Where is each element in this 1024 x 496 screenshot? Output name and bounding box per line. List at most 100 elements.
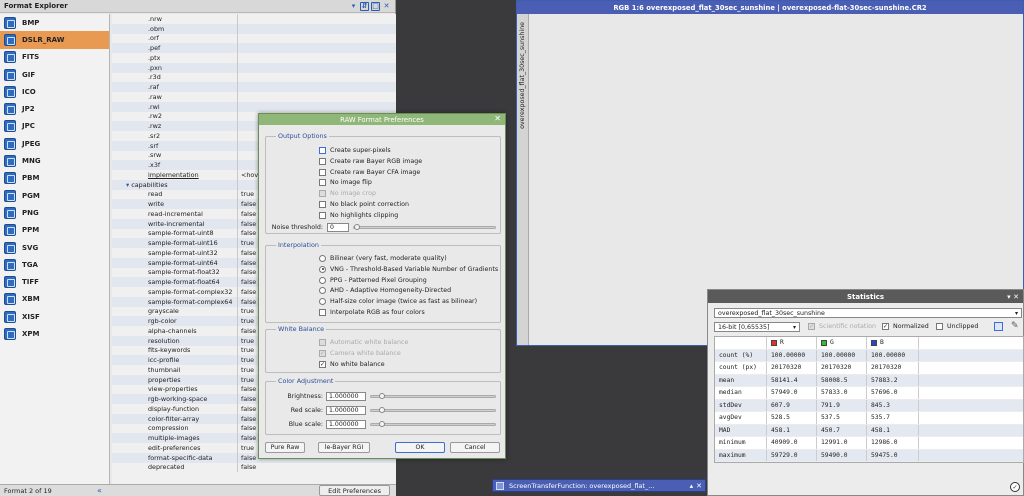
close-icon[interactable]: ✕: [494, 114, 501, 123]
format-item[interactable]: SVG: [0, 239, 109, 256]
tree-row[interactable]: .pxn: [112, 62, 396, 73]
noise-threshold-input[interactable]: 0: [327, 223, 349, 232]
double-chevron-left-icon[interactable]: «: [97, 486, 111, 495]
menu-down-icon[interactable]: ▾: [349, 2, 358, 11]
output-option-checkbox[interactable]: Create raw Bayer CFA image: [319, 168, 420, 176]
scientific-notation-checkbox[interactable]: ✓ Scientific notation: [808, 323, 876, 330]
format-item[interactable]: BMP: [0, 14, 109, 31]
interpolation-radio[interactable]: VNG - Threshold-Based Variable Number of…: [319, 265, 498, 273]
close-icon[interactable]: ✕: [382, 2, 391, 11]
format-item[interactable]: PGM: [0, 187, 109, 204]
check-circle-icon[interactable]: ✓: [1010, 482, 1020, 492]
tree-row[interactable]: .obm: [112, 23, 396, 34]
radio-button[interactable]: [319, 276, 326, 284]
noise-threshold-slider[interactable]: [353, 224, 496, 230]
normalized-checkbox[interactable]: ✓ Normalized: [882, 323, 929, 330]
blue-scale-input[interactable]: 1.000000: [326, 420, 366, 429]
tree-row[interactable]: .rwl: [112, 101, 396, 112]
red-scale-slider[interactable]: [370, 407, 496, 413]
checkbox-box[interactable]: ✓: [882, 323, 889, 330]
format-item[interactable]: ICO: [0, 83, 109, 100]
format-item[interactable]: JPC: [0, 118, 109, 135]
screen-transfer-function-window[interactable]: ScreenTransferFunction: overexposed_flat…: [492, 479, 706, 492]
dialog-titlebar[interactable]: RAW Format Preferences ✕: [259, 114, 505, 125]
format-item[interactable]: JP2: [0, 100, 109, 117]
checkbox-box[interactable]: [319, 179, 326, 187]
interpolate-rgb-checkbox[interactable]: Interpolate RGB as four colors: [319, 309, 425, 316]
brightness-slider[interactable]: [370, 393, 496, 399]
view-selector[interactable]: overexposed_flat_30sec_sunshine ▾: [714, 308, 1022, 318]
brightness-input[interactable]: 1.000000: [326, 392, 366, 401]
checkbox-box[interactable]: [319, 147, 326, 154]
edit-preferences-button[interactable]: Edit Preferences: [319, 485, 390, 496]
statistics-titlebar[interactable]: Statistics ▾ ✕: [708, 290, 1023, 303]
interpolation-radio[interactable]: PPG - Patterned Pixel Grouping: [319, 276, 427, 284]
white-balance-checkbox[interactable]: ✓ No white balance: [319, 361, 385, 368]
interpolation-radio[interactable]: Bilinear (very fast, moderate quality): [319, 255, 447, 262]
close-icon[interactable]: ✕: [696, 482, 702, 490]
format-item[interactable]: XBM: [0, 291, 109, 308]
format-item[interactable]: DSLR_RAW: [0, 31, 109, 49]
range-selector[interactable]: 16-bit [0,65535] ▾: [714, 322, 800, 332]
format-item[interactable]: TGA: [0, 256, 109, 273]
debayer-rgb-button[interactable]: le-Bayer RGI: [318, 442, 370, 453]
radio-button[interactable]: [319, 287, 326, 295]
slider-knob[interactable]: [379, 407, 385, 413]
table-icon[interactable]: [994, 322, 1003, 331]
checkbox-box[interactable]: [319, 309, 326, 316]
tree-row[interactable]: .nrw: [112, 14, 396, 24]
red-scale-input[interactable]: 1.000000: [326, 406, 366, 415]
wrench-icon[interactable]: ✎: [1011, 321, 1019, 331]
format-item[interactable]: XISF: [0, 308, 109, 325]
tree-row[interactable]: .raf: [112, 82, 396, 92]
pin-icon[interactable]: ⇵: [360, 1, 369, 11]
interpolation-radio[interactable]: AHD - Adaptive Homogeneity-Directed: [319, 287, 451, 295]
format-item[interactable]: MNG: [0, 152, 109, 169]
format-item[interactable]: XPM: [0, 325, 109, 342]
checkbox-box[interactable]: ✓: [319, 361, 326, 368]
tree-row[interactable]: .pef: [112, 43, 396, 53]
output-option-checkbox[interactable]: No image flip: [319, 179, 372, 187]
checkbox-box[interactable]: ✓: [319, 350, 326, 357]
statistics-window-controls-icon[interactable]: ▾ ✕: [1007, 293, 1019, 301]
radio-button[interactable]: [319, 298, 326, 306]
blue-scale-slider[interactable]: [370, 421, 496, 427]
tree-row[interactable]: .orf: [112, 33, 396, 44]
output-option-checkbox[interactable]: No highlights clipping: [319, 211, 398, 219]
checkbox-box[interactable]: [319, 339, 326, 346]
white-balance-checkbox[interactable]: ✓ Camera white balance: [319, 350, 401, 357]
tree-row[interactable]: deprecated false: [112, 462, 396, 473]
checkbox-box[interactable]: [319, 190, 326, 198]
format-item[interactable]: FITS: [0, 49, 109, 66]
slider-knob[interactable]: [379, 421, 385, 427]
unclipped-checkbox[interactable]: Unclipped: [936, 323, 978, 330]
expand-icon[interactable]: ▴: [690, 482, 694, 490]
format-item[interactable]: JPEG: [0, 135, 109, 152]
tree-row[interactable]: .r3d: [112, 72, 396, 83]
checkbox-box[interactable]: [319, 157, 326, 165]
output-option-checkbox[interactable]: No black point correction: [319, 201, 409, 208]
ok-button[interactable]: OK: [395, 442, 445, 453]
radio-button[interactable]: [319, 265, 326, 273]
format-item[interactable]: PBM: [0, 170, 109, 187]
tree-row[interactable]: .raw: [112, 92, 396, 102]
cancel-button[interactable]: Cancel: [450, 442, 500, 453]
tree-row[interactable]: .ptx: [112, 53, 396, 63]
pure-raw-button[interactable]: Pure Raw: [265, 442, 305, 453]
slider-knob[interactable]: [354, 224, 360, 230]
checkbox-box[interactable]: ✓: [808, 323, 815, 330]
image-window-titlebar[interactable]: RGB 1:6 overexposed_flat_30sec_sunshine …: [517, 1, 1023, 14]
output-option-checkbox[interactable]: Create super-pixels: [319, 147, 391, 154]
output-option-checkbox[interactable]: No image crop: [319, 190, 376, 198]
format-item[interactable]: TIFF: [0, 273, 109, 290]
interpolation-radio[interactable]: Half-size color image (twice as fast as …: [319, 298, 477, 306]
format-item[interactable]: PNG: [0, 204, 109, 221]
checkbox-box[interactable]: [319, 201, 326, 208]
radio-button[interactable]: [319, 255, 326, 262]
format-item[interactable]: GIF: [0, 66, 109, 83]
checkbox-box[interactable]: [319, 211, 326, 219]
format-item[interactable]: PPM: [0, 222, 109, 239]
checkbox-box[interactable]: [319, 168, 326, 176]
checkbox-box[interactable]: [936, 323, 943, 330]
white-balance-checkbox[interactable]: Automatic white balance: [319, 339, 408, 346]
